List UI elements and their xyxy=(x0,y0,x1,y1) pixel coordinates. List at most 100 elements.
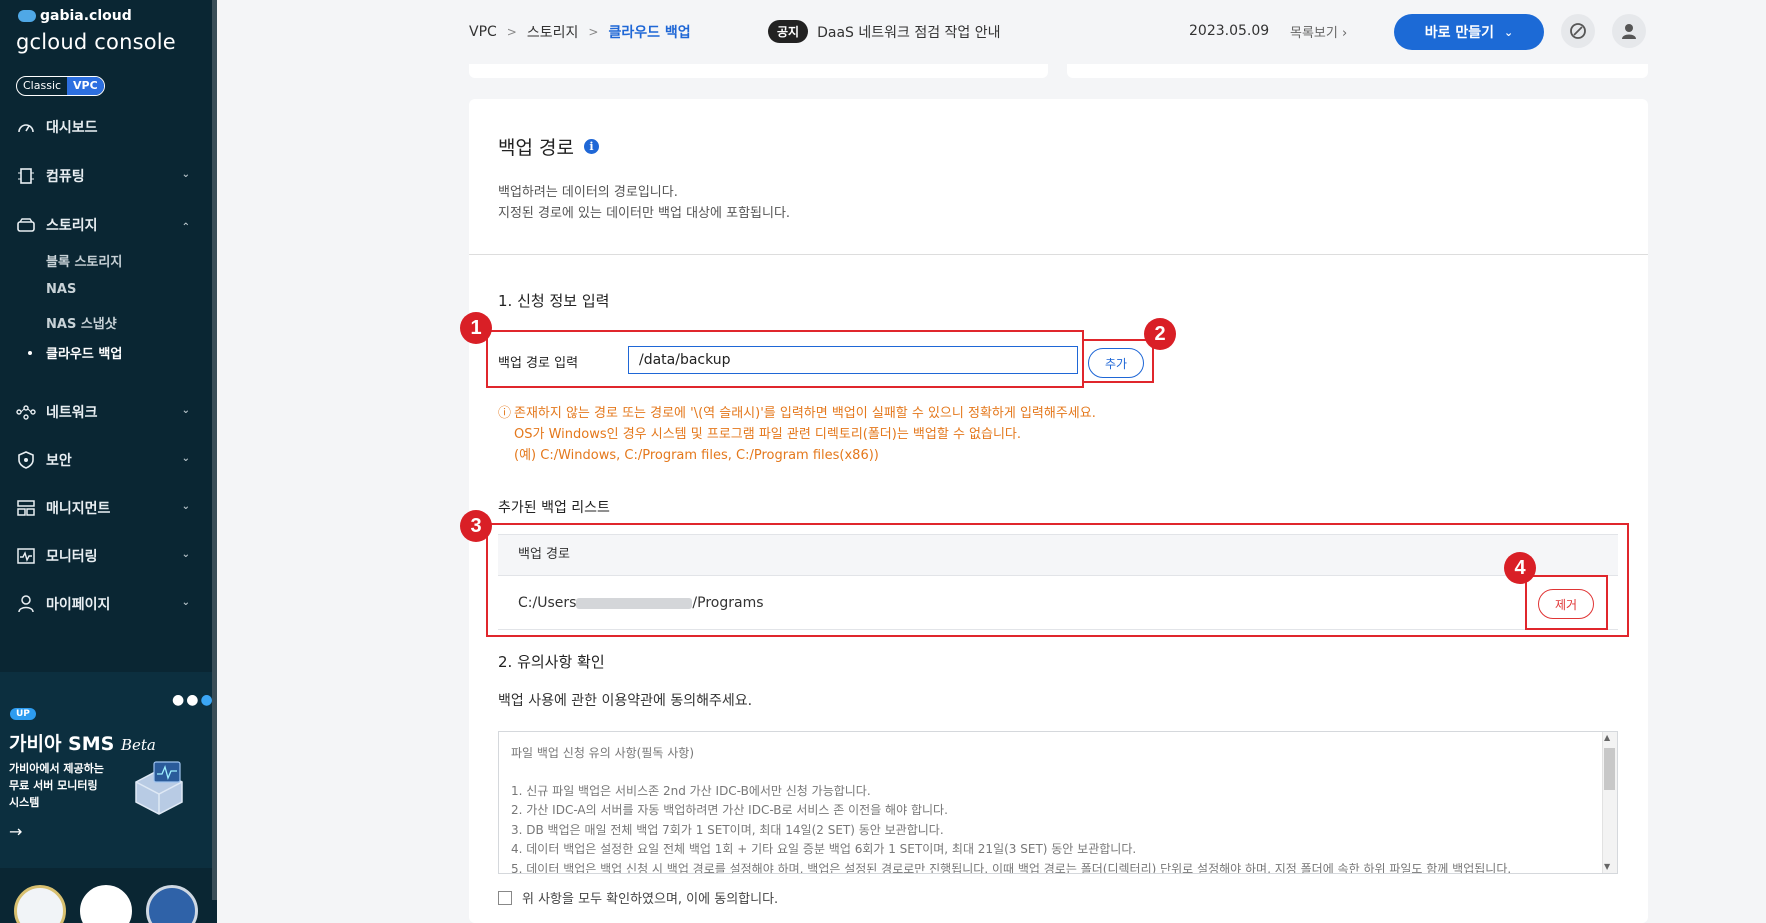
scroll-down-icon[interactable]: ▼ xyxy=(1604,862,1610,871)
sidebar-item-label: 네트워크 xyxy=(46,405,98,421)
promo-desc-line: 시스템 xyxy=(9,796,40,809)
terms-line: 4. 데이터 백업은 설정한 요일 전체 백업 1회 + 기타 요일 증분 백업… xyxy=(511,842,1137,856)
promo-title-text: 가비아 SMS xyxy=(9,733,115,755)
chevron-up-icon: ⌃ xyxy=(181,222,190,233)
arrow-right-icon[interactable]: → xyxy=(9,822,22,841)
annotation-box-1 xyxy=(486,330,1084,388)
warning-line: OS가 Windows인 경우 시스템 및 프로그램 파일 관련 디렉토리(폴더… xyxy=(514,427,1022,442)
terms-line: 3. DB 백업은 매일 전체 백업 7회가 1 SET이며, 최대 14일(2… xyxy=(511,822,944,837)
toggle-classic[interactable]: Classic xyxy=(17,77,67,95)
sidebar-sub-cloud-backup[interactable]: 클라우드 백업 xyxy=(46,343,122,362)
chip-icon xyxy=(16,167,36,185)
promo-title: 가비아 SMS Beta xyxy=(9,729,156,756)
monitor-icon xyxy=(16,547,36,565)
terms-line: 2. 가산 IDC-A의 서버를 자동 백업하려면 가산 IDC-B로 서비스 … xyxy=(511,803,948,817)
management-icon xyxy=(16,499,36,517)
storage-icon xyxy=(16,216,36,234)
chevron-down-icon: ⌄ xyxy=(181,453,190,464)
chevron-right-icon: > xyxy=(588,25,599,39)
sidebar-sub-block-storage[interactable]: 블록 스토리지 xyxy=(46,251,122,270)
annotation-marker-2: 2 xyxy=(1144,318,1176,350)
sidebar-item-label: 컴퓨팅 xyxy=(46,169,85,185)
sidebar-item-computing[interactable]: 컴퓨팅 ⌄ xyxy=(0,161,212,191)
quick-create-button[interactable]: 바로 만들기 ⌄ xyxy=(1394,14,1544,50)
server-monitor-illustration xyxy=(135,761,183,815)
agree-label[interactable]: 위 사항을 모두 확인하였으며, 이에 동의합니다. xyxy=(522,888,778,907)
annotation-marker-3: 3 xyxy=(460,510,492,542)
sidebar-item-monitoring[interactable]: 모니터링 ⌄ xyxy=(0,541,212,571)
carousel-dots[interactable]: ●●● xyxy=(172,692,215,708)
brand-main-text[interactable]: gcloud console xyxy=(16,30,176,54)
breadcrumb: VPC > 스토리지 > 클라우드 백업 xyxy=(469,22,691,42)
terms-line: 1. 신규 파일 백업은 서비스존 2nd 가산 IDC-B에서만 신청 가능합… xyxy=(511,783,871,798)
user-icon xyxy=(16,595,36,613)
notice-text[interactable]: DaaS 네트워크 점검 작업 안내 xyxy=(817,22,1000,42)
cert-badge-icon xyxy=(14,885,66,923)
notice-date: 2023.05.09 xyxy=(1189,23,1270,39)
up-badge: UP xyxy=(10,708,36,720)
list-view-link[interactable]: 목록보기 › xyxy=(1290,22,1347,41)
description-line: 지정된 경로에 있는 데이터만 백업 대상에 포함됩니다. xyxy=(498,206,791,221)
sidebar-item-dashboard[interactable]: 대시보드 xyxy=(0,112,212,142)
annotation-box-4 xyxy=(1525,575,1608,630)
sidebar-item-label: 매니지먼트 xyxy=(46,501,111,517)
chevron-right-icon: > xyxy=(506,25,517,39)
toggle-vpc[interactable]: VPC xyxy=(67,77,104,95)
promo-beta: Beta xyxy=(120,736,156,754)
csap-badge-icon xyxy=(146,885,198,923)
chevron-down-icon: ⌄ xyxy=(181,501,190,512)
section-title-text: 백업 경로 xyxy=(498,137,574,159)
step1-title: 1. 신청 정보 입력 xyxy=(498,292,610,310)
breadcrumb-storage[interactable]: 스토리지 xyxy=(527,22,579,42)
sidebar-item-storage[interactable]: 스토리지 ⌃ xyxy=(0,210,212,240)
sidebar-item-label: 마이페이지 xyxy=(46,597,111,613)
chat-icon xyxy=(1570,23,1586,39)
quick-create-label: 바로 만들기 xyxy=(1424,25,1495,41)
section-title: 백업 경로 i xyxy=(498,133,599,160)
chevron-down-icon: ⌄ xyxy=(1504,25,1514,39)
brand-top-text: gabia.cloud xyxy=(40,8,132,24)
chevron-down-icon: ⌄ xyxy=(181,169,190,180)
notice[interactable]: 공지 DaaS 네트워크 점검 작업 안내 xyxy=(768,20,1001,43)
annotation-marker-4: 4 xyxy=(1504,552,1536,584)
warning-line: ⓘ 존재하지 않는 경로 또는 경로에 '\(역 슬래시)'를 입력하면 백업이 … xyxy=(498,403,1096,424)
sidebar-item-network[interactable]: 네트워크 ⌄ xyxy=(0,397,212,427)
section-description: 백업하려는 데이터의 경로입니다. 지정된 경로에 있는 데이터만 백업 대상에… xyxy=(498,182,790,224)
notice-badge: 공지 xyxy=(768,20,809,43)
list-view-label: 목록보기 xyxy=(1290,26,1338,41)
terms-scrollbar-thumb[interactable] xyxy=(1604,748,1615,790)
chat-button[interactable] xyxy=(1561,14,1595,48)
annotation-box-2 xyxy=(1082,339,1154,383)
warning-text: 존재하지 않는 경로 또는 경로에 '\(역 슬래시)'를 입력하면 백업이 실… xyxy=(514,406,1096,421)
terms-textbox[interactable]: 파일 백업 신청 유의 사항(필독 사항) 1. 신규 파일 백업은 서비스존 … xyxy=(498,731,1618,874)
agree-row[interactable]: 위 사항을 모두 확인하였으며, 이에 동의합니다. xyxy=(498,888,778,907)
agree-checkbox[interactable] xyxy=(498,890,512,905)
sidebar-sub-nas[interactable]: NAS xyxy=(46,282,76,297)
sidebar-item-label: 스토리지 xyxy=(46,218,98,234)
chevron-down-icon: ⌄ xyxy=(181,597,190,608)
warning-line: (예) C:/Windows, C:/Program files, C:/Pro… xyxy=(514,448,879,463)
sidebar-item-management[interactable]: 매니지먼트 ⌄ xyxy=(0,493,212,523)
sidebar-item-mypage[interactable]: 마이페이지 ⌄ xyxy=(0,589,212,619)
chevron-down-icon: ⌄ xyxy=(181,549,190,560)
cloud-service-badge-icon xyxy=(80,885,132,923)
info-icon[interactable]: i xyxy=(583,139,599,154)
network-icon xyxy=(16,403,36,421)
sidebar-scrollbar[interactable] xyxy=(212,0,217,900)
warning-icon: ⓘ xyxy=(498,406,512,421)
chevron-right-icon: › xyxy=(1341,26,1348,41)
breadcrumb-vpc[interactable]: VPC xyxy=(469,24,497,40)
sidebar-item-label: 모니터링 xyxy=(46,549,98,565)
sidebar-sub-nas-snapshot[interactable]: NAS 스냅샷 xyxy=(46,313,117,332)
description-line: 백업하려는 데이터의 경로입니다. xyxy=(498,185,678,200)
profile-button[interactable] xyxy=(1612,14,1646,48)
sidebar-item-label: 보안 xyxy=(46,453,72,469)
sidebar: gabia.cloud gcloud console Classic VPC 대… xyxy=(0,0,217,923)
sidebar-item-security[interactable]: 보안 ⌄ xyxy=(0,445,212,475)
scroll-up-icon[interactable]: ▲ xyxy=(1604,733,1610,742)
promo-desc: 가비아에서 제공하는 무료 서버 모니터링 시스템 xyxy=(9,760,129,811)
promo-desc-line: 무료 서버 모니터링 xyxy=(9,779,98,792)
brand-logo[interactable]: gabia.cloud xyxy=(18,8,132,24)
card-stub-right xyxy=(1067,64,1648,78)
classic-vpc-toggle[interactable]: Classic VPC xyxy=(16,76,105,96)
